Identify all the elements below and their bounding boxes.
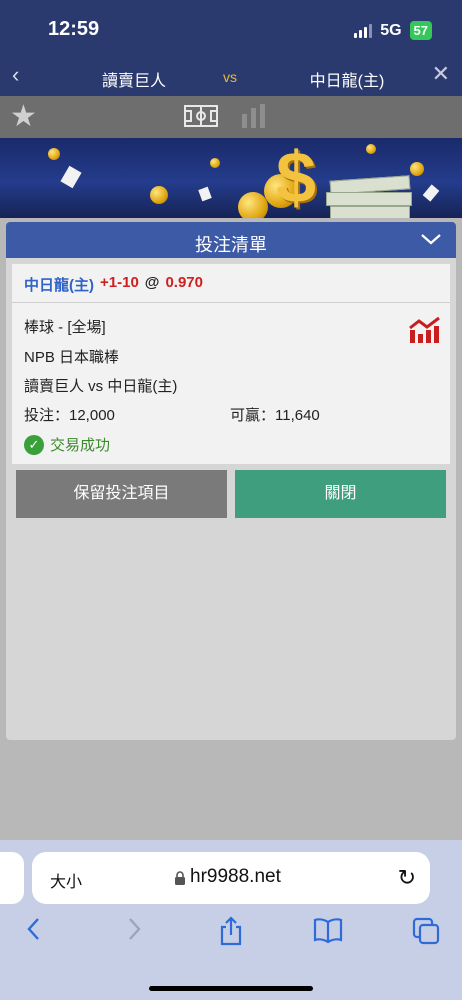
keep-selections-button[interactable]: 保留投注項目 (16, 470, 227, 518)
bet-slip-title: 投注清單 (195, 235, 267, 255)
reload-icon[interactable]: ↻ (398, 865, 416, 891)
text-size-button[interactable]: 大小 (50, 868, 82, 892)
battery-icon: 57 (409, 21, 432, 40)
match-tools-bar: ★ (0, 96, 462, 138)
back-arrow-icon[interactable] (16, 916, 52, 949)
field-icon[interactable] (184, 104, 218, 133)
back-button[interactable]: ‹ (12, 62, 19, 88)
match-header: ‹ 讀賣巨人 vs 中日龍(主) ✕ (0, 56, 462, 96)
divider (12, 302, 450, 303)
share-icon[interactable] (213, 916, 249, 953)
bookmarks-icon[interactable] (310, 916, 346, 951)
close-button[interactable]: ✕ (432, 61, 450, 87)
browser-toolbar (0, 916, 462, 956)
status-text: 交易成功 (50, 437, 111, 454)
browser-chrome: 大小 hr9988.net ↻ (0, 840, 462, 1000)
previous-tab-preview[interactable] (0, 852, 24, 904)
network-label: 5G (380, 21, 402, 39)
bet-league: NPB 日本職棒 (24, 349, 120, 366)
trend-chart-icon (408, 316, 442, 349)
signal-icon (354, 23, 373, 38)
tabs-icon[interactable] (408, 916, 444, 953)
lock-icon (174, 871, 186, 890)
url-text: hr9988.net (190, 866, 281, 887)
status-indicators: 5G 57 (354, 21, 432, 40)
dollar-sign-graphic: $ (276, 138, 317, 218)
transaction-status: ✓ 交易成功 (24, 434, 110, 455)
close-panel-button[interactable]: 關閉 (235, 470, 446, 518)
status-bar: 12:59 5G 57 (0, 0, 462, 56)
chevron-down-icon[interactable] (420, 231, 442, 252)
bet-to-win: 可贏：11,640 (230, 407, 320, 424)
at-symbol: @ (144, 274, 160, 291)
bet-slip-header[interactable]: 投注清單 (6, 222, 456, 258)
bet-handicap: +1-10 (100, 274, 139, 291)
bet-team: 中日龍(主) (24, 277, 94, 294)
forward-arrow-icon[interactable] (116, 916, 152, 949)
bet-selection: 中日龍(主) +1-10 @ 0.970 (24, 274, 203, 296)
bet-odds: 0.970 (165, 274, 203, 291)
bet-stake: 投注：12,000 (24, 407, 115, 424)
status-time: 12:59 (48, 18, 100, 40)
bet-sport: 棒球 - [全場] (24, 319, 106, 336)
bet-ticket: 中日龍(主) +1-10 @ 0.970 棒球 - [全場] NPB 日本職棒 … (12, 264, 450, 464)
star-icon[interactable]: ★ (10, 100, 37, 134)
home-indicator (149, 986, 313, 991)
away-team-name: 中日龍(主) (309, 73, 385, 90)
home-team-name: 讀賣巨人 (101, 73, 166, 90)
bet-match: 讀賣巨人 vs 中日龍(主) (24, 378, 178, 395)
bar-chart-icon[interactable] (242, 104, 265, 128)
promo-banner: $ (0, 138, 462, 218)
vs-label: vs (223, 69, 237, 85)
address-bar[interactable]: 大小 hr9988.net ↻ (32, 852, 430, 904)
bet-slip-panel: 投注清單 中日龍(主) +1-10 @ 0.970 棒球 - [全場] NPB … (6, 222, 456, 740)
check-circle-icon: ✓ (24, 434, 44, 455)
